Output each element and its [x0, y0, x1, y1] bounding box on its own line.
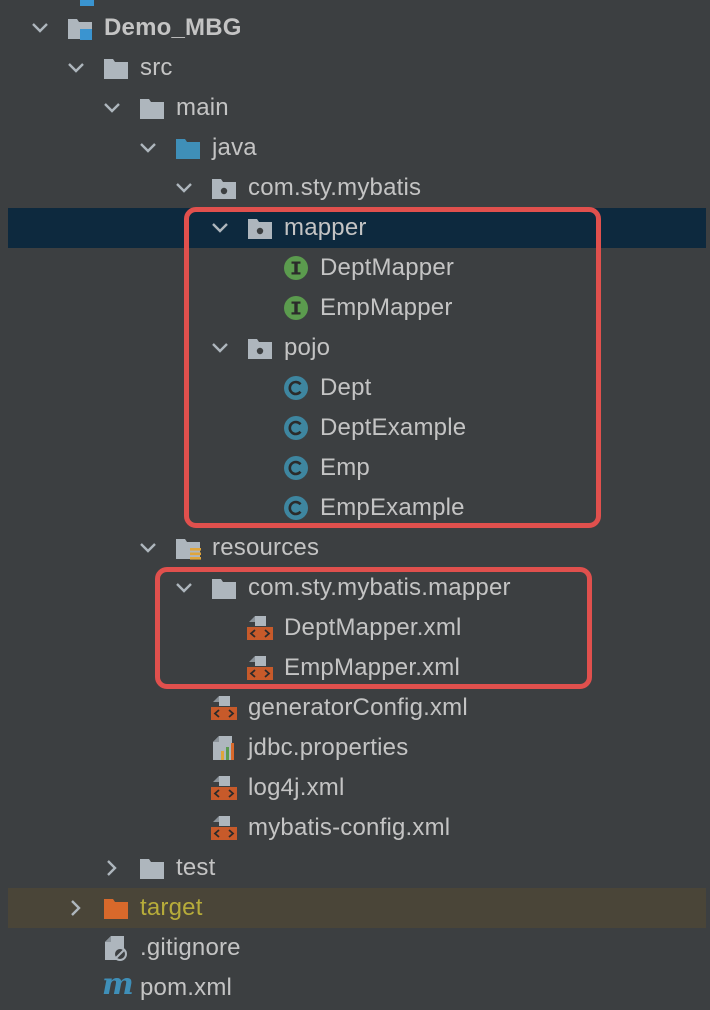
tree-row-com-sty-mybatis[interactable]: com.sty.mybatis: [0, 168, 710, 208]
tree-item-label: src: [140, 54, 173, 81]
tree-item-label: pom.xml: [140, 974, 233, 1001]
tree-item-label: java: [212, 134, 257, 161]
tree-row-jdbc-properties[interactable]: jdbc.properties: [0, 728, 710, 768]
chevron-down-icon[interactable]: [28, 16, 52, 40]
tree-row-src[interactable]: src: [0, 48, 710, 88]
chevron-down-icon[interactable]: [64, 56, 88, 80]
tree-item-label: generatorConfig.xml: [248, 694, 468, 721]
tree-item-label: .gitignore: [140, 934, 241, 961]
tree-row-pom-xml[interactable]: m pom.xml: [0, 967, 710, 1008]
tree-row-target[interactable]: target: [8, 888, 706, 928]
tree-row-mybatis-config-xml[interactable]: mybatis-config.xml: [0, 808, 710, 848]
tree-row-resources[interactable]: resources: [0, 528, 710, 568]
folder-icon: [102, 55, 130, 81]
tree-item-label: target: [140, 894, 203, 921]
chevron-down-icon[interactable]: [100, 96, 124, 120]
tree-item-label: jdbc.properties: [248, 734, 409, 761]
highlight-box-mapper-xml: [155, 567, 592, 689]
tree-row-main[interactable]: main: [0, 88, 710, 128]
tree-item-label: resources: [212, 534, 320, 561]
resources-folder-icon: [174, 535, 202, 561]
properties-file-icon: [210, 735, 238, 761]
xml-file-icon: [210, 695, 238, 721]
folder-icon: [138, 95, 166, 121]
tree-row-generatorconfig-xml[interactable]: generatorConfig.xml: [0, 688, 710, 728]
xml-file-icon: [210, 775, 238, 801]
maven-icon: m: [102, 967, 134, 1002]
chevron-right-icon[interactable]: [100, 856, 124, 880]
excluded-folder-icon: [102, 895, 130, 921]
tree-item-label: mybatis-config.xml: [248, 814, 451, 841]
folder-icon: [138, 855, 166, 881]
tree-item-label: main: [176, 94, 229, 121]
tree-row-log4j-xml[interactable]: log4j.xml: [0, 768, 710, 808]
tree-row-demo-mbg[interactable]: Demo_MBG: [0, 8, 710, 48]
xml-file-icon: [210, 815, 238, 841]
scroll-indicator: [80, 0, 94, 6]
ignored-file-icon: [102, 935, 130, 961]
project-tree: Demo_MBG src main java com.sty.mybatis mapper…: [0, 0, 710, 1006]
source-folder-icon: [174, 135, 202, 161]
chevron-down-icon[interactable]: [136, 536, 160, 560]
tree-row-test[interactable]: test: [0, 848, 710, 888]
highlight-box-java-packages: [184, 207, 601, 528]
chevron-down-icon[interactable]: [172, 176, 196, 200]
tree-row-gitignore[interactable]: .gitignore: [0, 928, 710, 968]
tree-item-label: test: [176, 854, 216, 881]
chevron-down-icon[interactable]: [136, 136, 160, 160]
tree-item-label: log4j.xml: [248, 774, 345, 801]
project-folder-icon: [66, 15, 94, 41]
tree-row-java[interactable]: java: [0, 128, 710, 168]
package-icon: [210, 175, 238, 201]
chevron-right-icon[interactable]: [64, 896, 88, 920]
tree-item-label: com.sty.mybatis: [248, 174, 422, 201]
tree-item-label: Demo_MBG: [104, 14, 242, 41]
